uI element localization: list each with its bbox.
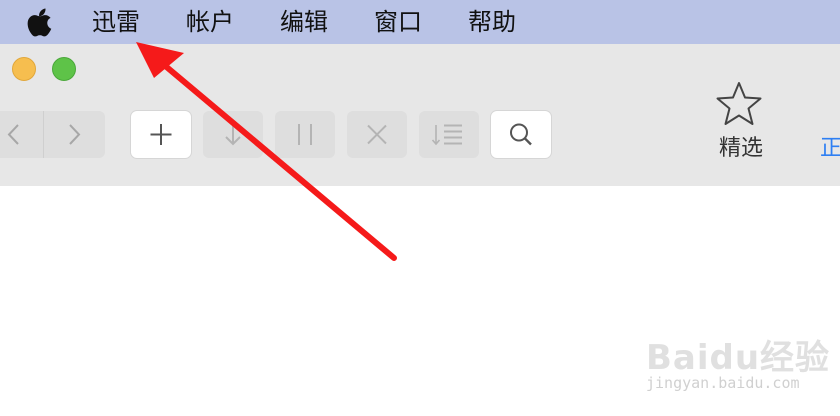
star-icon[interactable] bbox=[714, 80, 764, 128]
menu-item-xunlei[interactable]: 迅雷 bbox=[92, 6, 140, 38]
sort-button[interactable] bbox=[419, 111, 479, 158]
menu-item-account[interactable]: 帐户 bbox=[186, 6, 234, 38]
featured-tab-label[interactable]: 精选 bbox=[714, 134, 768, 164]
search-button[interactable] bbox=[491, 111, 551, 158]
downloading-tab-label[interactable]: 正 bbox=[820, 134, 840, 164]
download-arrow-icon bbox=[225, 124, 241, 146]
menu-item-help[interactable]: 帮助 bbox=[468, 6, 516, 38]
pause-button[interactable] bbox=[275, 111, 335, 158]
navigation-button-group bbox=[0, 111, 105, 158]
menu-item-window[interactable]: 窗口 bbox=[374, 6, 422, 38]
plus-icon bbox=[150, 124, 172, 145]
search-icon bbox=[510, 123, 532, 146]
watermark-url-text: jingyan.baidu.com bbox=[646, 374, 800, 392]
start-download-button[interactable] bbox=[203, 111, 263, 158]
minimize-window-button[interactable] bbox=[12, 57, 36, 81]
watermark: Baidu经验 jingyan.baidu.com bbox=[640, 320, 840, 410]
delete-button[interactable] bbox=[347, 111, 407, 158]
sort-list-icon bbox=[431, 124, 462, 146]
pause-icon bbox=[298, 124, 312, 145]
menu-item-edit[interactable]: 编辑 bbox=[280, 6, 328, 38]
back-icon[interactable] bbox=[0, 111, 44, 158]
forward-icon[interactable] bbox=[44, 111, 105, 158]
apple-logo-icon[interactable] bbox=[25, 6, 55, 38]
add-task-button[interactable] bbox=[131, 111, 191, 158]
close-icon bbox=[367, 124, 387, 145]
menu-bar: 迅雷 帐户 编辑 窗口 帮助 bbox=[0, 0, 840, 44]
zoom-window-button[interactable] bbox=[52, 57, 76, 81]
watermark-main-text: Baidu经验 bbox=[646, 338, 831, 378]
